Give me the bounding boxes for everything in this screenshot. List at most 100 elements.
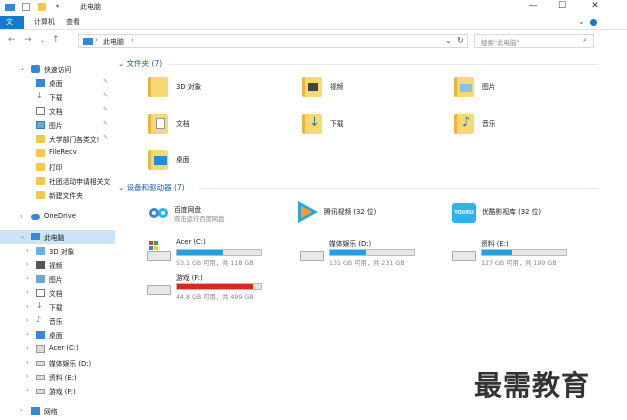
folder-item-downloads[interactable]: ↓ 下载	[302, 112, 422, 138]
nav-label: 桌面	[49, 80, 63, 88]
folder-item-music[interactable]: ♪ 音乐	[454, 112, 574, 138]
windows-logo-icon	[149, 241, 159, 250]
close-button[interactable]: ✕	[580, 0, 610, 14]
collapse-icon[interactable]: ⌄	[118, 183, 127, 192]
folder-item-videos[interactable]: 视频	[302, 75, 422, 101]
breadcrumb-this-pc[interactable]: 此电脑	[103, 37, 124, 47]
nav-item-folder[interactable]: 打印	[0, 160, 115, 174]
collapse-icon[interactable]: ⌄	[118, 59, 127, 68]
collapse-ribbon-icon[interactable]: ⌄	[578, 17, 585, 26]
expand-icon[interactable]: ›	[26, 331, 28, 338]
app-tencent-video[interactable]: 腾讯视频 (32 位)	[298, 201, 448, 227]
address-dropdown-icon[interactable]: ⌄	[445, 36, 452, 45]
drive-label: 媒体娱乐 (D:)	[329, 240, 372, 248]
new-folder-icon[interactable]	[38, 3, 46, 11]
nav-label: 资料 (E:)	[49, 374, 77, 382]
nav-item-documents[interactable]: 文档 ✎	[0, 104, 115, 118]
nav-pc-item[interactable]: › 图片	[0, 272, 115, 286]
nav-item-folder[interactable]: 社团活动申请相关文	[0, 174, 115, 188]
nav-pc-item[interactable]: › 游戏 (F:)	[0, 384, 115, 398]
nav-item-downloads[interactable]: ↓ 下载 ✎	[0, 90, 115, 104]
nav-label: 此电脑	[44, 234, 65, 242]
app-youku[interactable]: YOUKU 优酷影视库 (32 位)	[452, 201, 602, 227]
nav-item-folder[interactable]: 大学部门各类文! ✎	[0, 132, 115, 146]
expand-icon[interactable]: ›	[26, 359, 28, 366]
expand-icon[interactable]: ›	[26, 247, 28, 254]
expand-icon[interactable]: ›	[20, 213, 22, 220]
folder-label: 音乐	[482, 120, 496, 128]
download-icon: ↓	[36, 91, 43, 100]
up-button[interactable]: ↑	[52, 35, 60, 45]
section-folders[interactable]: ⌄ 文件夹 (7)	[118, 58, 162, 70]
nav-pc-item[interactable]: › 桌面	[0, 328, 115, 342]
nav-item-folder[interactable]: FileRecv	[0, 146, 115, 160]
drive-label: 游戏 (F:)	[176, 274, 203, 282]
expand-icon[interactable]: ⌄	[20, 65, 25, 72]
nav-pc-item[interactable]: › 3D 对象	[0, 244, 115, 258]
download-folder-icon: ↓	[302, 114, 322, 134]
expand-icon[interactable]: ›	[26, 387, 28, 394]
3d-objects-folder-icon	[148, 77, 168, 97]
drive-item-f[interactable]: 游戏 (F:) 44.8 GB 可用，共 499 GB	[147, 272, 297, 304]
expand-icon[interactable]: ›	[26, 261, 28, 268]
drive-usage-bar	[481, 249, 567, 256]
3d-objects-icon	[36, 247, 45, 255]
minimize-button[interactable]: —	[518, 0, 548, 14]
nav-item-pictures[interactable]: 图片 ✎	[0, 118, 115, 132]
expand-icon[interactable]: ›	[26, 373, 28, 380]
nav-pc-item[interactable]: › ↓ 下载	[0, 300, 115, 314]
back-button[interactable]: ←	[8, 35, 16, 45]
properties-icon[interactable]	[22, 3, 30, 11]
search-input[interactable]: 搜索"此电脑" ⌕	[474, 34, 594, 48]
nav-network[interactable]: › 网络	[0, 404, 115, 418]
expand-icon[interactable]: ›	[26, 303, 28, 310]
expand-icon[interactable]: ›	[26, 275, 28, 282]
nav-pc-item[interactable]: › Acer (C:)	[0, 342, 115, 356]
nav-pc-item[interactable]: › 视频	[0, 258, 115, 272]
document-icon	[36, 289, 45, 297]
drive-item-c[interactable]: Acer (C:) 53.1 GB 可用，共 118 GB	[147, 238, 297, 270]
maximize-button[interactable]: ☐	[547, 0, 577, 14]
expand-icon[interactable]: ›	[26, 345, 28, 352]
pc-icon	[83, 38, 93, 45]
nav-label: 大学部门各类文!	[49, 136, 100, 144]
address-bar[interactable]: › 此电脑 › ⌄ ↻	[78, 34, 468, 48]
folder-item-3d-objects[interactable]: 3D 对象	[148, 75, 268, 101]
folder-label: 3D 对象	[176, 83, 202, 91]
expand-icon[interactable]: ⌄	[20, 233, 25, 240]
forward-button[interactable]: →	[24, 35, 32, 45]
folder-item-documents[interactable]: 文档	[148, 112, 268, 138]
tab-computer[interactable]: 计算机	[28, 16, 61, 29]
expand-icon[interactable]: ›	[26, 289, 28, 296]
pin-icon: ✎	[103, 106, 109, 113]
hard-drive-icon	[452, 251, 476, 261]
drive-label: 资料 (E:)	[481, 240, 509, 248]
expand-icon[interactable]: ›	[26, 317, 28, 324]
nav-pc-item[interactable]: › 媒体娱乐 (D:)	[0, 356, 115, 370]
help-icon[interactable]	[590, 19, 597, 26]
drive-usage-bar	[176, 249, 262, 256]
section-devices[interactable]: ⌄ 设备和驱动器 (7)	[118, 182, 185, 194]
nav-item-folder[interactable]: 新建文件夹	[0, 188, 115, 202]
section-divider	[168, 64, 598, 65]
nav-item-desktop[interactable]: 桌面 ✎	[0, 76, 115, 90]
nav-pc-item[interactable]: › 文档	[0, 286, 115, 300]
nav-onedrive[interactable]: › OneDrive	[0, 210, 115, 224]
refresh-icon[interactable]: ↻	[457, 36, 464, 45]
drive-item-d[interactable]: 媒体娱乐 (D:) 131 GB 可用，共 231 GB	[300, 238, 450, 270]
tab-file[interactable]: 文件	[0, 16, 24, 39]
picture-icon	[36, 121, 45, 129]
drive-item-e[interactable]: 资料 (E:) 127 GB 可用，共 199 GB	[452, 238, 602, 270]
expand-icon[interactable]: ›	[20, 407, 22, 414]
folder-item-desktop[interactable]: 桌面	[148, 148, 268, 174]
nav-pc-item[interactable]: › 资料 (E:)	[0, 370, 115, 384]
nav-this-pc[interactable]: ⌄ 此电脑	[0, 230, 115, 244]
nav-label: 音乐	[49, 318, 63, 326]
recent-dropdown-icon[interactable]: ⌄	[40, 37, 45, 44]
nav-quick-access[interactable]: ⌄ 快速访问	[0, 62, 115, 76]
folder-item-pictures[interactable]: 图片	[454, 75, 574, 101]
nav-pc-item[interactable]: › ♪ 音乐	[0, 314, 115, 328]
tab-view[interactable]: 查看	[60, 16, 86, 29]
app-baidu-netdisk[interactable]: 百度网盘 双击运行百度网盘	[148, 201, 298, 227]
dropdown-icon[interactable]: ▾	[56, 3, 62, 11]
